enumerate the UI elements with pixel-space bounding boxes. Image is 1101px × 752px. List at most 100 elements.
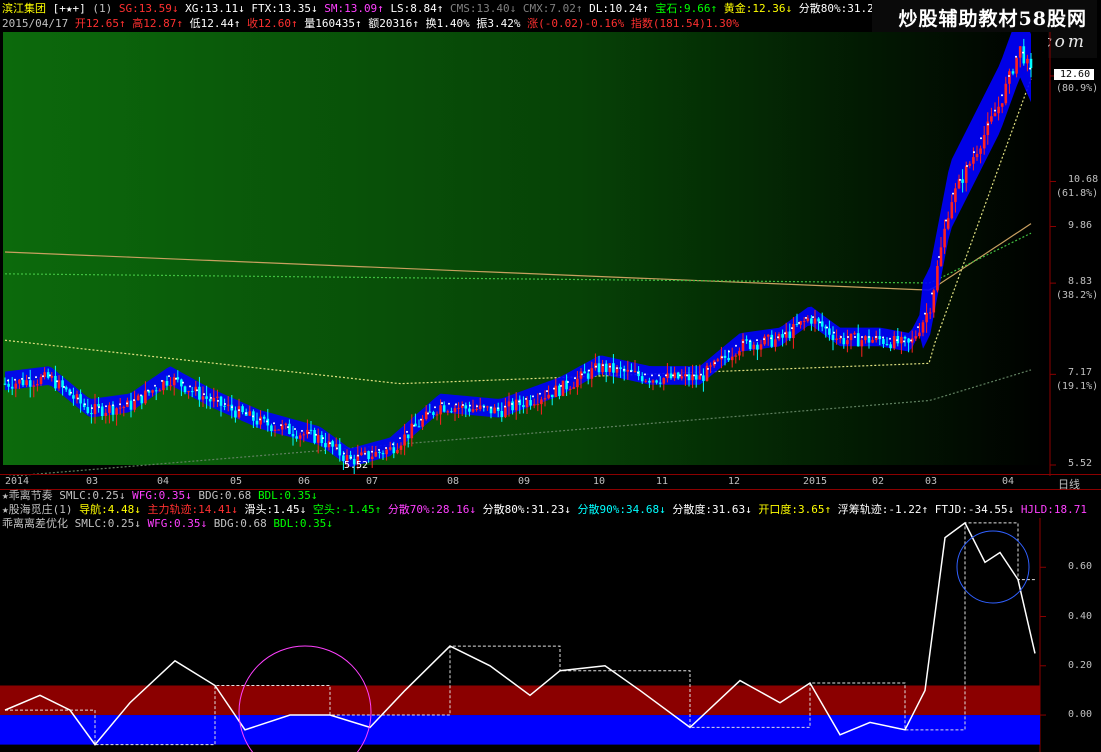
price-label-5: 5.52 bbox=[1068, 458, 1093, 469]
trend-dot bbox=[805, 316, 807, 319]
candle-body bbox=[633, 370, 637, 372]
trend-dot bbox=[462, 404, 464, 407]
quote-value-4: 量160435↑ bbox=[304, 17, 369, 30]
candle-body bbox=[878, 336, 882, 340]
period-button[interactable]: 日线 bbox=[1058, 476, 1080, 492]
candle-body bbox=[136, 395, 140, 401]
candle-body bbox=[838, 338, 842, 340]
ind2-value-8: 分散度:31.63↓ bbox=[672, 503, 759, 516]
candle-body bbox=[651, 380, 655, 383]
candle-body bbox=[453, 408, 457, 413]
trend-dot bbox=[910, 339, 912, 342]
month-label-5: 07 bbox=[366, 476, 379, 487]
candle-body bbox=[900, 336, 903, 344]
candle-body bbox=[752, 344, 756, 349]
ind2-value-3: 滑头:1.45↓ bbox=[244, 503, 313, 516]
price-label-3: 8.83 bbox=[1068, 276, 1093, 288]
trend-dot bbox=[119, 403, 121, 406]
trend-dot bbox=[392, 443, 394, 446]
candle-body bbox=[662, 378, 666, 384]
candle-body bbox=[774, 339, 777, 347]
trend-dot bbox=[728, 350, 730, 353]
header-value-6: CMX:7.02↑ bbox=[522, 2, 590, 15]
trend-dot bbox=[987, 123, 989, 126]
trend-dot bbox=[868, 335, 870, 338]
candle-body bbox=[115, 408, 118, 415]
candle-body bbox=[759, 344, 763, 350]
ind1-value-1: WFG:0.35↓ bbox=[132, 489, 199, 502]
trend-dot bbox=[532, 395, 534, 398]
candle-body bbox=[381, 453, 385, 455]
header-value-5: CMS:13.40↓ bbox=[450, 2, 523, 15]
trend-dot bbox=[49, 374, 51, 377]
trend-dot bbox=[490, 406, 492, 409]
trend-dot bbox=[231, 406, 233, 409]
candle-body bbox=[1004, 83, 1008, 104]
candle-body bbox=[738, 350, 741, 356]
candle-body bbox=[324, 443, 327, 448]
candle-body bbox=[309, 429, 313, 431]
trend-dot bbox=[973, 151, 975, 154]
trend-dot bbox=[35, 376, 37, 379]
candle-body bbox=[79, 394, 82, 404]
price-label-0: 12.60 bbox=[1054, 68, 1094, 80]
candle-body bbox=[208, 398, 212, 402]
candle-body bbox=[802, 320, 806, 322]
candle-body bbox=[100, 406, 104, 417]
candle-body bbox=[226, 404, 230, 406]
candle-body bbox=[532, 404, 536, 406]
candle-body bbox=[806, 318, 810, 321]
trend-dot bbox=[28, 376, 30, 379]
candle-body bbox=[10, 386, 14, 389]
stock-name[interactable]: 滨江集团 bbox=[2, 2, 46, 15]
candle-body bbox=[57, 380, 61, 389]
trend-dot bbox=[756, 339, 758, 342]
trend-dot bbox=[476, 405, 478, 408]
candle-body bbox=[118, 407, 122, 409]
trend-dot bbox=[707, 367, 709, 370]
candle-body bbox=[554, 385, 558, 398]
candle-body bbox=[406, 434, 410, 439]
candle-body bbox=[511, 401, 514, 411]
trend-dot bbox=[595, 365, 597, 368]
candle-body bbox=[97, 404, 100, 407]
trend-dot bbox=[147, 389, 149, 392]
trend-dot bbox=[42, 375, 44, 378]
candle-body bbox=[32, 385, 36, 387]
trend-dot bbox=[945, 219, 947, 222]
candle-body bbox=[709, 365, 712, 367]
month-label-4: 06 bbox=[298, 476, 311, 487]
candle-body bbox=[450, 411, 453, 413]
trend-dot bbox=[959, 178, 961, 181]
candle-body bbox=[298, 435, 302, 439]
indicator-line-2: ★股海觅庄(1) 导航:4.48↓ 主力轨迹:14.41↓ 滑头:1.45↓ 空… bbox=[2, 503, 1092, 517]
candle-body bbox=[936, 265, 939, 291]
candle-body bbox=[54, 375, 57, 389]
candle-body bbox=[410, 423, 414, 439]
trend-dot bbox=[518, 400, 520, 403]
oscillator-chart[interactable] bbox=[0, 518, 1101, 752]
header-value-1: XG:13.11↓ bbox=[185, 2, 252, 15]
header-value-7: DL:10.24↑ bbox=[589, 2, 656, 15]
candle-body bbox=[313, 430, 316, 443]
candle-body bbox=[234, 410, 237, 418]
candle-body bbox=[781, 334, 784, 338]
month-label-6: 08 bbox=[447, 476, 460, 487]
trend-dot bbox=[679, 374, 681, 377]
ind2-value-4: 空头:-1.45↑ bbox=[312, 503, 388, 516]
trend-dot bbox=[168, 375, 170, 378]
month-label-1: 03 bbox=[86, 476, 99, 487]
trend-dot bbox=[406, 430, 408, 433]
price-chart[interactable] bbox=[0, 32, 1101, 476]
candle-body bbox=[198, 386, 201, 400]
trend-dot bbox=[105, 405, 107, 408]
candle-body bbox=[975, 153, 979, 158]
quote-value-2: 低12.44↑ bbox=[189, 17, 247, 30]
trend-dot bbox=[322, 437, 324, 440]
candle-body bbox=[835, 338, 838, 341]
candle-body bbox=[223, 405, 226, 407]
candle-body bbox=[1026, 58, 1029, 64]
trend-dot bbox=[294, 428, 296, 431]
candle-body bbox=[295, 436, 298, 439]
candle-body bbox=[792, 323, 795, 339]
